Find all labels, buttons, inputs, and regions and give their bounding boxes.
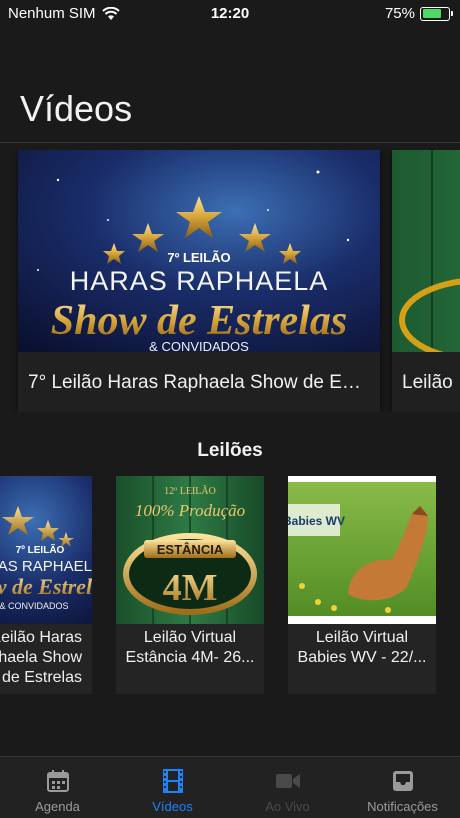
tab-label: Ao Vivo <box>265 799 310 814</box>
film-icon <box>162 767 184 795</box>
tab-videos[interactable]: Vídeos <box>115 757 230 818</box>
art-line2: HARAS RAPHAELA <box>70 266 329 296</box>
auction-caption: Leilão Virtual Estância 4M- 26... <box>125 629 255 666</box>
status-bar: Nenhum SIM 12:20 75% <box>0 0 460 28</box>
show-de-estrelas-artwork: 7º LEILÃO HARAS RAPHAELA Show de Estrela… <box>0 476 92 624</box>
inbox-icon <box>391 767 415 795</box>
calendar-icon <box>46 767 70 795</box>
estancia-artwork <box>392 150 460 352</box>
art-line1: 7º LEILÃO <box>16 543 65 556</box>
featured-caption: 7° Leilão Haras Raphaela Show de Estrela… <box>28 372 380 393</box>
art-line1: 7º LEILÃO <box>167 250 230 265</box>
tab-agenda[interactable]: Agenda <box>0 757 115 818</box>
auctions-carousel[interactable]: 7º LEILÃO HARAS RAPHAELA Show de Estrela… <box>0 476 460 694</box>
art-line2: 100% Produção <box>135 501 245 520</box>
auction-thumbnail: 12º LEILÃO 100% Produção ESTÂNCIA 4M <box>116 476 264 624</box>
art-line4: & CONVIDADOS <box>149 339 249 352</box>
battery-fill <box>422 9 442 18</box>
art-line3: Show de Estrelas <box>51 298 347 344</box>
tab-ao-vivo[interactable]: Ao Vivo <box>230 757 345 818</box>
tab-notificacoes[interactable]: Notificações <box>345 757 460 818</box>
auction-caption: Leilão Virtual Babies WV - 22/... <box>297 629 427 666</box>
auction-thumbnail: 7º LEILÃO HARAS RAPHAELA Show de Estrela… <box>0 476 92 624</box>
art-line2: HARAS RAPHAELA <box>0 558 92 575</box>
featured-thumbnail: 7º LEILÃO HARAS RAPHAELA Show de Estrela… <box>18 150 380 352</box>
featured-thumbnail <box>392 150 460 352</box>
battery-percent: 75% <box>384 5 415 22</box>
auction-caption: Leilão Haras Raphaela Show de Estrelas <box>0 629 82 686</box>
featured-card[interactable]: 7º LEILÃO HARAS RAPHAELA Show de Estrela… <box>18 150 380 412</box>
show-de-estrelas-artwork: 7º LEILÃO HARAS RAPHAELA Show de Estrela… <box>18 150 380 352</box>
tab-label: Agenda <box>35 799 80 814</box>
art-line4: 4M <box>163 567 218 609</box>
battery-icon <box>420 6 453 21</box>
featured-carousel[interactable]: 7º LEILÃO HARAS RAPHAELA Show de Estrela… <box>0 150 460 412</box>
tab-bar: Agenda Vídeos Ao Vivo Notificações <box>0 756 460 818</box>
art-line3: Show de Estrelas <box>0 574 92 599</box>
art-line1: Babies WV <box>288 514 345 528</box>
auction-thumbnail: Babies WV <box>288 476 436 624</box>
page-title: Vídeos <box>20 88 133 129</box>
art-line3: ESTÂNCIA <box>157 542 224 557</box>
art-line1: 12º LEILÃO <box>164 485 216 497</box>
featured-caption: Leilão <box>402 372 453 393</box>
featured-card[interactable]: Leilão <box>392 150 460 412</box>
video-camera-icon <box>275 767 301 795</box>
auction-card[interactable]: Babies WV Leilão Virtual Babies WV - 22/… <box>288 476 436 694</box>
babies-wv-artwork: Babies WV <box>288 476 436 624</box>
auction-card[interactable]: 12º LEILÃO 100% Produção ESTÂNCIA 4M Lei… <box>116 476 264 694</box>
art-line4: & CONVIDADOS <box>0 601 69 611</box>
header-divider <box>0 142 460 143</box>
section-title: Leilões <box>197 440 263 461</box>
estancia-4m-artwork: 12º LEILÃO 100% Produção ESTÂNCIA 4M <box>116 476 264 624</box>
auction-card[interactable]: 7º LEILÃO HARAS RAPHAELA Show de Estrela… <box>0 476 92 694</box>
tab-label: Vídeos <box>152 799 193 814</box>
tab-label: Notificações <box>367 799 438 814</box>
